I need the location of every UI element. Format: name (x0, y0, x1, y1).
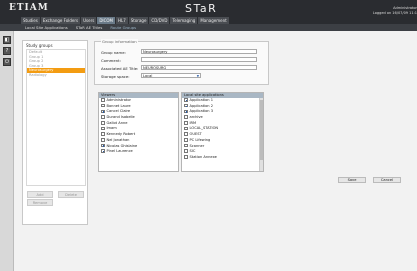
app-name: LOCAL_STATION (189, 126, 219, 131)
viewer-name: Durand Isabelle (106, 115, 135, 120)
scrollbar-thumb[interactable] (260, 100, 263, 160)
scrollbar[interactable] (259, 98, 263, 171)
tab-users[interactable]: Users (81, 17, 98, 24)
tab-cd-dvd[interactable]: CD/DVD (149, 17, 171, 24)
checkbox[interactable] (184, 143, 188, 148)
tab-studies[interactable]: Studies (21, 17, 41, 24)
storage-space-value: Local (143, 74, 153, 78)
checkbox[interactable] (101, 126, 105, 131)
storage-space-label: Storage space: (101, 74, 130, 79)
viewer-name: Cancel Claire (106, 109, 131, 114)
local-apps-panel: Local site applications Application 1 Ap… (181, 92, 264, 172)
viewers-list: Administrator Bonnet Laure Cancel Claire… (99, 98, 178, 155)
checkbox[interactable] (101, 138, 105, 142)
checkbox[interactable] (184, 98, 188, 102)
group-information-box: Group information Group name: Neurosurge… (94, 39, 269, 85)
group-name-input[interactable]: Neurosurgery (141, 49, 257, 54)
etiam-logo: ETIAM (9, 3, 49, 13)
viewer-name: Gallot Anne (106, 120, 128, 125)
checkbox[interactable] (184, 132, 188, 136)
subtab-star-ae-titles[interactable]: STaR AE Titles (72, 24, 107, 31)
comment-label: Comment: (101, 58, 121, 63)
tab-hl7[interactable]: HL7 (115, 17, 129, 24)
app-name: archive (189, 115, 203, 120)
checkbox[interactable] (184, 149, 188, 153)
app-name: Scanner (189, 143, 205, 148)
app-name: Station Annexe (189, 154, 217, 159)
main-tabs: Studies Exchange Folders Users DICOM HL7… (21, 17, 230, 24)
local-apps-list: Application 1 Application 2 Application … (182, 98, 263, 161)
viewers-panel: Viewers Administrator Bonnet Laure Cance… (98, 92, 179, 172)
tab-telemaging[interactable]: Telemaging (170, 17, 199, 24)
checkbox[interactable] (101, 98, 105, 102)
help-icon[interactable]: ? (3, 47, 11, 55)
viewer-name: Kennedy Robert (106, 132, 136, 137)
sub-nav-bar: Local Site Applications STaR AE Titles R… (0, 24, 417, 31)
checkbox[interactable] (184, 138, 188, 142)
checkbox[interactable] (101, 132, 105, 136)
app-title: STaR (185, 2, 218, 15)
group-item-radiology[interactable]: Radiology (27, 73, 85, 78)
ae-title-input[interactable]: NEUROSURG (141, 65, 257, 70)
checkbox[interactable] (184, 103, 188, 108)
collapse-panel-icon[interactable]: ◧ (3, 36, 11, 44)
remove-group-button[interactable]: Remove (27, 199, 53, 206)
app-name: Application 1 (189, 98, 214, 102)
app-name: OUEST (189, 132, 202, 137)
viewer-name: Nicolas Ghislaine (106, 143, 138, 148)
ae-title-label: Associated AE Title: (101, 66, 139, 71)
group-name-label: Group name: (101, 50, 126, 55)
checkbox[interactable] (101, 115, 105, 119)
add-group-button[interactable]: Add (27, 191, 53, 198)
cancel-button[interactable]: Cancel (373, 177, 401, 183)
checkbox[interactable] (184, 109, 188, 114)
app-item[interactable]: Station Annexe (182, 155, 263, 161)
logout-icon[interactable]: ⏻ (3, 58, 11, 66)
viewer-name: Imam (106, 126, 117, 131)
checkbox[interactable] (101, 103, 105, 108)
checkbox[interactable] (184, 155, 188, 159)
viewer-item[interactable]: Pinel Laurence (99, 149, 178, 155)
subtab-local-site-applications[interactable]: Local Site Applications (21, 24, 72, 31)
app-name: Application 3 (189, 109, 214, 114)
comment-input[interactable] (141, 57, 257, 62)
login-time: Logged on 16/07/09 11:1 (372, 11, 417, 15)
tab-dicom[interactable]: DICOM (97, 17, 116, 24)
top-bar: ETIAM STaR Administrator Logged on 16/07… (0, 0, 417, 24)
user-info: Administrator Logged on 16/07/09 11:1 (373, 6, 417, 16)
viewer-name: Bonnet Laure (106, 103, 131, 108)
app-name: IRM (189, 120, 197, 125)
subtab-route-groups[interactable]: Route Groups (106, 24, 140, 31)
tab-management[interactable]: Management (198, 17, 230, 24)
delete-group-button[interactable]: Delete (58, 191, 84, 198)
save-button[interactable]: Save (338, 177, 366, 183)
viewer-name: Administrator (106, 98, 132, 102)
app-name: PC Lifewing (189, 137, 211, 142)
checkbox[interactable] (101, 149, 105, 153)
checkbox[interactable] (101, 121, 105, 125)
app-name: Application 2 (189, 103, 214, 108)
viewer-name: Pinel Laurence (106, 149, 133, 154)
tab-exchange-folders[interactable]: Exchange Folders (40, 17, 82, 24)
app-name: SIC (189, 149, 196, 154)
storage-space-select[interactable]: Local ▼ (141, 73, 201, 78)
checkbox[interactable] (184, 115, 188, 119)
group-information-legend: Group information (101, 39, 138, 44)
tab-storage[interactable]: Storage (128, 17, 150, 24)
left-toolbar: ◧ ? ⏻ (0, 31, 14, 271)
study-groups-panel: Study groups Default Group 1 Group 2 Gro… (22, 40, 88, 225)
chevron-down-icon: ▼ (196, 74, 199, 78)
checkbox[interactable] (184, 121, 188, 125)
checkbox[interactable] (101, 143, 105, 148)
checkbox[interactable] (101, 109, 105, 114)
viewer-name: Nel Jonathan (106, 137, 130, 142)
sub-tabs: Local Site Applications STaR AE Titles R… (21, 24, 140, 31)
checkbox[interactable] (184, 126, 188, 131)
study-groups-list[interactable]: Default Group 1 Group 2 Group 3 Neurosur… (26, 49, 86, 186)
